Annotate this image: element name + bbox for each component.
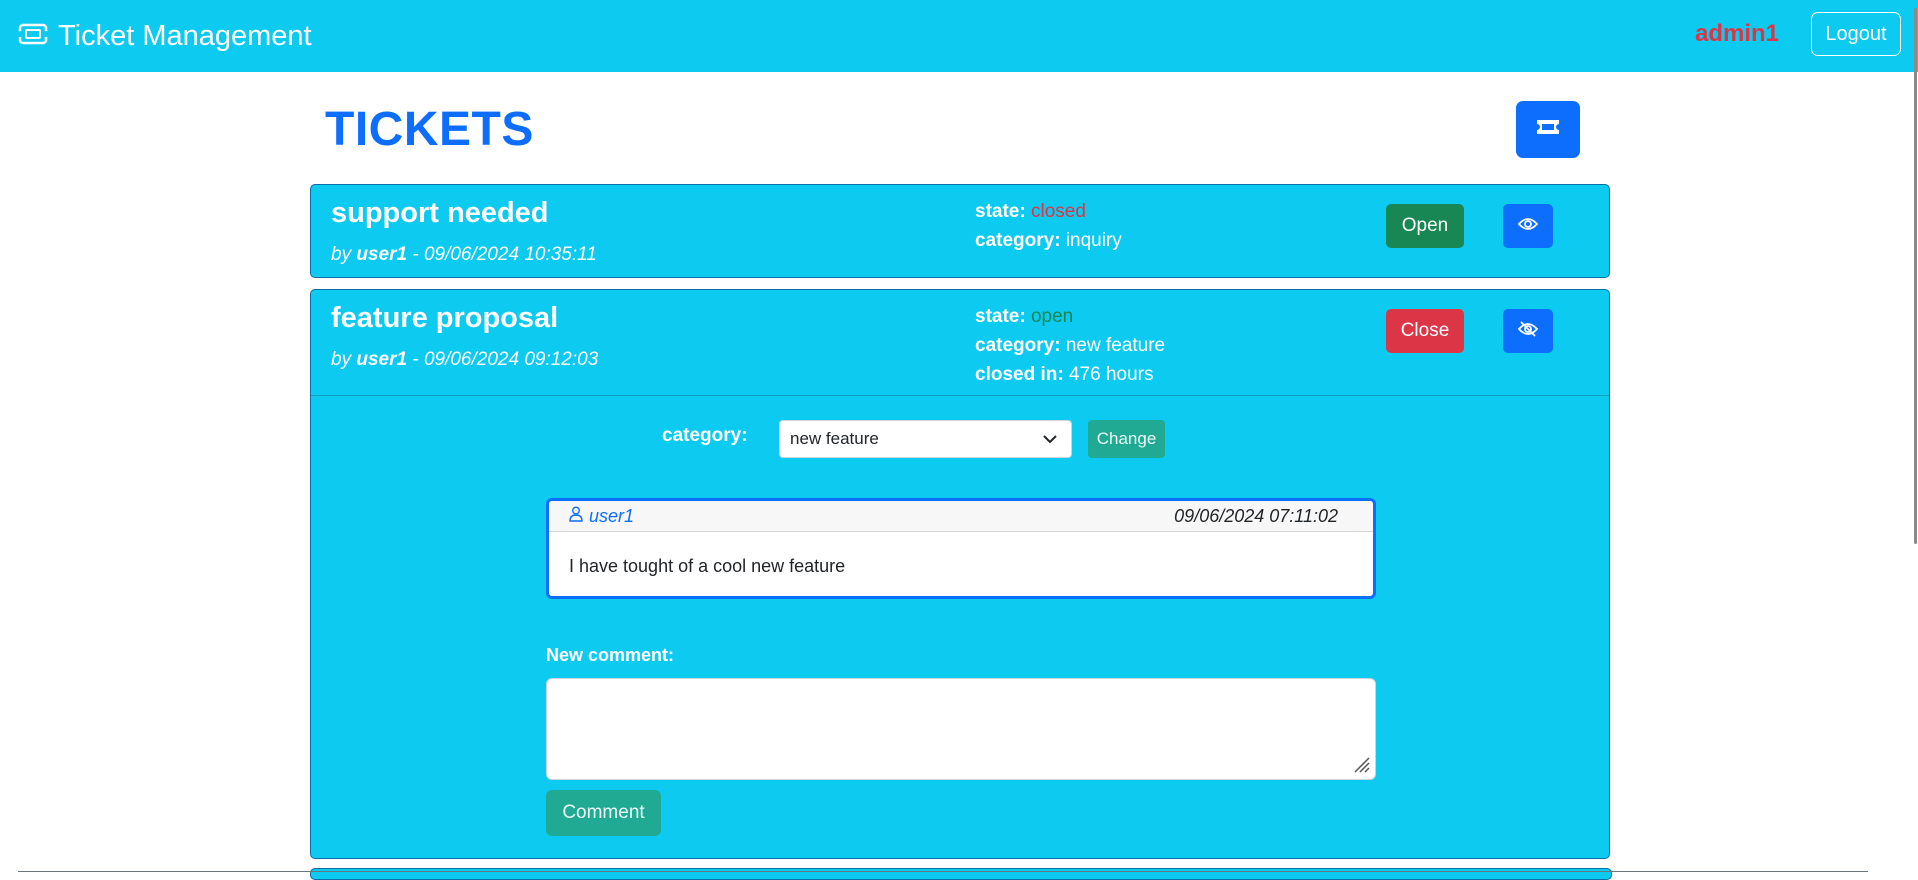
ticket-author: user1 — [356, 244, 408, 265]
comment-text: I have tought of a cool new feature — [569, 556, 846, 576]
ticket-closed-in-row: closed in: 476 hours — [975, 360, 1165, 389]
divider — [18, 871, 1868, 872]
current-user: admin1 — [1695, 20, 1780, 47]
ticket-icon — [17, 20, 58, 53]
ticket-meta: by user1 - 09/06/2024 09:12:03 — [331, 349, 598, 371]
submit-comment-button[interactable]: Comment — [546, 790, 661, 836]
category-label: category: — [975, 230, 1061, 251]
comment-card: user1 09/06/2024 07:11:02 I have tought … — [546, 498, 1376, 599]
ticket-card: feature proposal by user1 - 09/06/2024 0… — [310, 289, 1610, 859]
meta-separator: - — [412, 349, 419, 370]
ticket-category-row: category: inquiry — [975, 226, 1122, 255]
brand[interactable]: Ticket Management — [17, 19, 312, 53]
category-label: category: — [975, 335, 1061, 356]
ticket-datetime: 09/06/2024 10:35:11 — [423, 244, 597, 265]
comment-header: user1 09/06/2024 07:11:02 — [549, 501, 1373, 532]
new-ticket-button[interactable] — [1516, 101, 1580, 158]
toggle-details-button[interactable] — [1503, 309, 1553, 353]
page-title: TICKETS — [325, 103, 534, 156]
category-select[interactable]: new feature — [779, 420, 1072, 458]
open-ticket-button[interactable]: Open — [1386, 204, 1464, 248]
ticket-title: support needed — [331, 197, 549, 229]
by-prefix: by — [331, 349, 352, 370]
category-select-value: new feature — [790, 429, 879, 448]
ticket-state-row: state: closed — [975, 197, 1122, 226]
state-label: state: — [975, 306, 1026, 327]
scrollbar[interactable] — [1914, 8, 1917, 544]
ticket-info: state: open category: new feature closed… — [975, 302, 1165, 389]
resize-grip-icon[interactable] — [1351, 754, 1371, 779]
toggle-details-button[interactable] — [1503, 204, 1553, 248]
state-label: state: — [975, 201, 1026, 222]
ticket-state-row: state: open — [975, 302, 1165, 331]
state-value: open — [1030, 306, 1074, 327]
ticket-author: user1 — [356, 349, 408, 370]
category-value: new feature — [1065, 335, 1166, 356]
ticket-meta: by user1 - 09/06/2024 10:35:11 — [331, 244, 597, 266]
ticket-datetime: 09/06/2024 09:12:03 — [423, 349, 599, 370]
ticket-icon — [1536, 119, 1560, 140]
closed-in-value: 476 hours — [1068, 364, 1154, 385]
meta-separator: - — [412, 244, 419, 265]
comment-datetime: 09/06/2024 07:11:02 — [1174, 506, 1338, 526]
new-comment-label: New comment: — [546, 645, 675, 665]
navbar: Ticket Management admin1 Logout — [0, 0, 1918, 72]
close-ticket-button[interactable]: Close — [1386, 309, 1464, 353]
category-value: inquiry — [1065, 230, 1122, 251]
ticket-card: support needed by user1 - 09/06/2024 10:… — [310, 184, 1610, 278]
ticket-details: category: new feature Change user1 09/06… — [311, 395, 1609, 859]
state-value: closed — [1030, 201, 1086, 222]
ticket-category-row: category: new feature — [975, 331, 1165, 360]
logout-button[interactable]: Logout — [1811, 12, 1901, 56]
change-category-button[interactable]: Change — [1088, 420, 1165, 458]
ticket-header: support needed by user1 - 09/06/2024 10:… — [311, 185, 1609, 277]
ticket-header: feature proposal by user1 - 09/06/2024 0… — [311, 290, 1609, 395]
new-comment-input[interactable] — [546, 678, 1376, 780]
eye-slash-icon — [1517, 320, 1539, 342]
ticket-card — [310, 868, 1612, 880]
category-select-label: category: — [662, 425, 748, 446]
eye-icon — [1517, 217, 1539, 236]
comment-author: user1 — [569, 506, 634, 527]
brand-title: Ticket Management — [58, 19, 312, 52]
comment-author-name: user1 — [589, 506, 635, 526]
closed-in-label: closed in: — [975, 364, 1064, 385]
ticket-info: state: closed category: inquiry — [975, 197, 1122, 255]
ticket-title: feature proposal — [331, 302, 559, 334]
person-icon — [569, 506, 589, 527]
by-prefix: by — [331, 244, 352, 265]
